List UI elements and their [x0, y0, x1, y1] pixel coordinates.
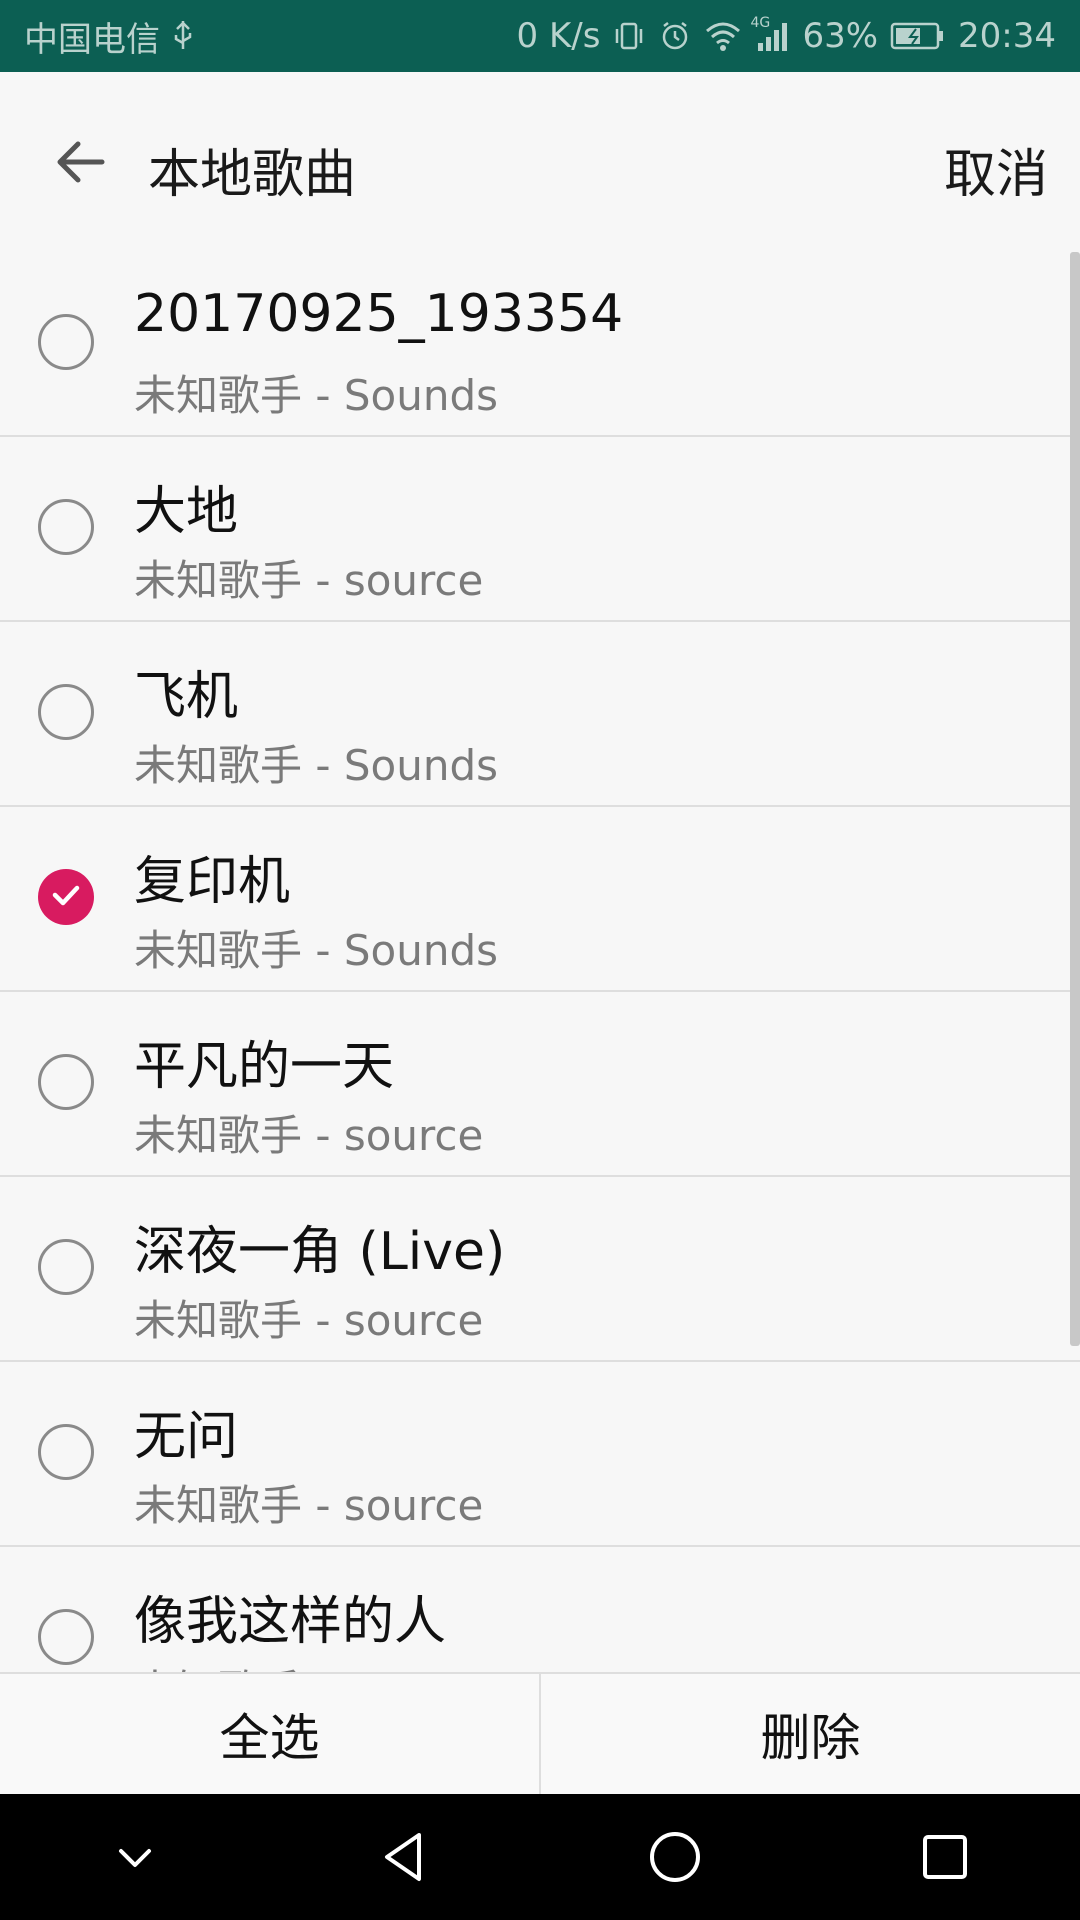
list-scrollbar[interactable] — [1070, 252, 1080, 1346]
song-subtitle: 未知歌手 - Sounds — [134, 371, 498, 420]
delete-button[interactable]: 删除 — [539, 1674, 1080, 1794]
song-list: 20170925_193354 未知歌手 - Sounds 大地 未知歌手 - … — [0, 252, 1080, 1672]
song-subtitle: 未知歌手 - source — [134, 556, 484, 605]
checkmark-icon — [49, 878, 83, 916]
signal-icon: 4G — [750, 15, 790, 53]
back-button[interactable] — [48, 132, 112, 196]
song-title: 深夜一角 (Live) — [134, 1222, 506, 1282]
vibrate-icon — [612, 19, 646, 53]
battery-percent: 63% — [802, 16, 879, 56]
usb-icon — [172, 19, 194, 53]
song-title: 无问 — [134, 1407, 239, 1467]
song-subtitle: 未知歌手 - source — [134, 1657, 483, 1672]
song-title: 大地 — [134, 482, 239, 542]
collapse-icon[interactable] — [85, 1807, 185, 1907]
list-item[interactable]: 平凡的一天 未知歌手 - source — [0, 992, 1080, 1177]
select-all-button[interactable]: 全选 — [0, 1674, 539, 1794]
battery-charging-icon — [890, 21, 946, 51]
list-item[interactable]: 无问 未知歌手 - source — [0, 1362, 1080, 1547]
song-title: 飞机 — [134, 667, 239, 727]
song-title: 复印机 — [134, 852, 291, 912]
select-radio[interactable] — [38, 684, 94, 740]
song-subtitle: 未知歌手 - Sounds — [134, 926, 498, 975]
clock: 20:34 — [958, 16, 1056, 56]
select-radio[interactable] — [38, 1239, 94, 1295]
cancel-button[interactable]: 取消 — [944, 132, 1048, 207]
list-item[interactable]: 20170925_193354 未知歌手 - Sounds — [0, 252, 1080, 437]
alarm-icon — [658, 19, 692, 53]
system-nav-bar — [0, 1794, 1080, 1920]
list-item[interactable]: 飞机 未知歌手 - Sounds — [0, 622, 1080, 807]
status-bar: 中国电信 0 K/s 4G 63% 20:34 — [0, 0, 1080, 72]
song-title: 平凡的一天 — [134, 1037, 395, 1097]
song-subtitle: 未知歌手 - source — [134, 1481, 484, 1530]
song-title: 像我这样的人 — [134, 1592, 447, 1652]
song-subtitle: 未知歌手 - source — [134, 1111, 484, 1160]
list-item[interactable]: 大地 未知歌手 - source — [0, 437, 1080, 622]
song-subtitle: 未知歌手 - Sounds — [134, 741, 498, 790]
select-radio[interactable] — [38, 1054, 94, 1110]
select-radio[interactable] — [38, 1609, 94, 1665]
select-radio[interactable] — [38, 314, 94, 370]
carrier-label: 中国电信 — [24, 19, 160, 60]
list-item[interactable]: 像我这样的人 未知歌手 - source — [0, 1547, 1080, 1672]
select-radio-checked[interactable] — [38, 869, 94, 925]
song-title: 20170925_193354 — [134, 284, 624, 344]
wifi-icon — [704, 19, 742, 53]
net-speed: 0 K/s — [516, 16, 601, 56]
song-subtitle: 未知歌手 - source — [134, 1296, 484, 1345]
back-arrow-icon — [52, 134, 108, 194]
action-bar: 全选 删除 — [0, 1672, 1080, 1794]
network-type-label: 4G — [750, 15, 771, 31]
list-item[interactable]: 深夜一角 (Live) 未知歌手 - source — [0, 1177, 1080, 1362]
select-radio[interactable] — [38, 499, 94, 555]
app-header: 本地歌曲 取消 — [0, 72, 1080, 252]
list-item[interactable]: 复印机 未知歌手 - Sounds — [0, 807, 1080, 992]
recents-square-icon[interactable] — [895, 1807, 995, 1907]
back-triangle-icon[interactable] — [355, 1807, 455, 1907]
select-radio[interactable] — [38, 1424, 94, 1480]
page-title: 本地歌曲 — [148, 145, 357, 205]
home-circle-icon[interactable] — [625, 1807, 725, 1907]
